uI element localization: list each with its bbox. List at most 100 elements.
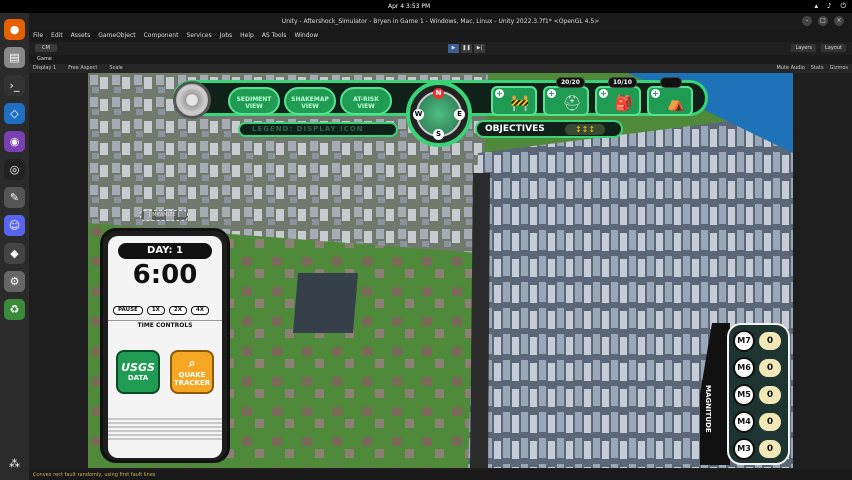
quake-label: QUAKE <box>178 371 206 379</box>
close-window-icon[interactable]: × <box>834 16 844 26</box>
usgs-data-button[interactable]: USGS DATA <box>116 350 160 394</box>
discord-icon[interactable]: ☺ <box>4 215 25 236</box>
shakemap-view-label: VIEW <box>301 103 319 110</box>
menu-bar: File Edit Assets GameObject Component Se… <box>29 30 852 42</box>
os-clock[interactable]: Apr 4 3:53 PM <box>388 3 430 10</box>
pause-button[interactable]: ❚❚ <box>461 44 472 53</box>
sediment-label: SEDIMENT <box>236 96 272 103</box>
stats-toggle[interactable]: Stats <box>811 64 824 73</box>
menu-component[interactable]: Component <box>144 30 179 42</box>
supplies-icon: 🎒 <box>614 94 634 112</box>
magnitude-row-m6: M6 0 <box>733 357 786 379</box>
time-phone-panel: DAY: 1 6:00 PAUSE 1X 2X 4X TIME CONTROLS… <box>100 228 230 463</box>
step-button[interactable]: ▶| <box>474 44 485 53</box>
menu-file[interactable]: File <box>33 30 43 42</box>
objectives-toggle-icon[interactable]: ↕↕↕ <box>565 124 605 135</box>
volume-icon[interactable]: ♪ <box>827 2 831 11</box>
magnitude-label: M5 <box>733 384 755 406</box>
quake-tracker-button[interactable]: ⌕ QUAKE TRACKER <box>170 350 214 394</box>
display-dropdown[interactable]: Display 1 <box>33 64 56 73</box>
tent-count <box>660 77 682 88</box>
legend-label: LEGEND: DISPLAY ICON <box>238 122 398 137</box>
rescue-count: 20/20 <box>556 77 585 88</box>
time-speed-controls: PAUSE 1X 2X 4X <box>113 306 210 315</box>
minimize-button[interactable]: [ MINIMIZE ] <box>140 210 188 221</box>
at-risk-view-button[interactable]: AT-RISK VIEW <box>340 87 392 115</box>
magnitude-label: M6 <box>733 357 755 379</box>
compass-n: N <box>433 88 444 99</box>
aspect-dropdown[interactable]: Free Aspect <box>68 64 97 73</box>
speed-1x-button[interactable]: 1X <box>146 306 165 315</box>
menu-jobs[interactable]: Jobs <box>220 30 232 42</box>
at-risk-view-label: VIEW <box>357 103 375 110</box>
roadblock-icon: 🚧 <box>510 94 530 112</box>
trash-icon[interactable]: ♻ <box>4 299 25 320</box>
medical-tent-button[interactable]: + ⛺ <box>647 86 693 116</box>
layout-dropdown[interactable]: Layout <box>821 44 846 52</box>
terminal-icon[interactable]: ›_ <box>4 75 25 96</box>
sediment-view-label: VIEW <box>245 103 263 110</box>
game-view-toolbar: Display 1 Free Aspect Scale Mute Audio S… <box>29 64 852 73</box>
magnitude-panel: MAGNITUDE M7 0 M6 0 M5 0 M4 0 M3 0 <box>700 323 790 465</box>
gizmos-toggle[interactable]: Gizmos <box>830 64 848 73</box>
maximize-window-icon[interactable]: □ <box>818 16 828 26</box>
menu-assets[interactable]: Assets <box>71 30 91 42</box>
network-icon[interactable]: ▴ <box>814 2 818 11</box>
roadblock-button[interactable]: + 🚧 <box>491 86 537 116</box>
vscode-icon[interactable]: ◇ <box>4 103 25 124</box>
phone-screen: DAY: 1 6:00 PAUSE 1X 2X 4X TIME CONTROLS… <box>108 236 222 458</box>
play-controls: ▶ ❚❚ ▶| <box>448 44 485 53</box>
supplies-button[interactable]: + 🎒 <box>595 86 641 116</box>
gimp-icon[interactable]: ✎ <box>4 187 25 208</box>
power-icon[interactable]: ⏻ <box>840 2 846 11</box>
plus-icon: + <box>547 89 556 98</box>
files-icon[interactable]: ▤ <box>4 47 25 68</box>
unity-hub-icon[interactable]: ◆ <box>4 243 25 264</box>
magnitude-count: 0 <box>759 332 781 350</box>
menu-services[interactable]: Services <box>186 30 211 42</box>
magnitude-count: 0 <box>759 413 781 431</box>
time-controls-label: TIME CONTROLS <box>108 320 222 329</box>
phone-stripes <box>108 418 222 442</box>
magnitude-row-m5: M5 0 <box>733 384 786 406</box>
sediment-view-button[interactable]: SEDIMENT VIEW <box>228 87 280 115</box>
objectives-panel[interactable]: OBJECTIVES ↕↕↕ <box>475 120 623 138</box>
compass[interactable]: N S W E <box>406 81 472 147</box>
menu-gameobject[interactable]: GameObject <box>98 30 135 42</box>
layers-dropdown[interactable]: Layers <box>791 44 816 52</box>
scale-slider[interactable]: Scale <box>109 64 122 73</box>
menu-edit[interactable]: Edit <box>51 30 63 42</box>
magnifier-icon: ⌕ <box>188 356 196 370</box>
app-grid-icon[interactable]: ⁂ <box>4 453 25 474</box>
play-button[interactable]: ▶ <box>448 44 459 53</box>
usgs-logo: USGS <box>121 361 155 374</box>
magnitude-label: M7 <box>733 330 755 352</box>
github-icon[interactable]: ◉ <box>4 131 25 152</box>
firefox-icon[interactable]: ● <box>4 19 25 40</box>
os-top-bar: Apr 4 3:53 PM ▴ ♪ ⏻ <box>0 0 852 13</box>
shakemap-view-button[interactable]: SHAKEMAP VIEW <box>284 87 336 115</box>
magnitude-row-m4: M4 0 <box>733 411 786 433</box>
shakemap-label: SHAKEMAP <box>291 96 329 103</box>
compass-w: W <box>413 109 424 120</box>
menu-as-tools[interactable]: AS Tools <box>262 30 287 42</box>
menu-help[interactable]: Help <box>240 30 254 42</box>
speed-4x-button[interactable]: 4X <box>190 306 210 315</box>
rescue-worker-icon: ⛑ <box>562 94 582 112</box>
account-button[interactable]: CM <box>35 44 57 52</box>
tab-game[interactable]: Game <box>29 55 852 64</box>
menu-window[interactable]: Window <box>294 30 318 42</box>
plus-icon: + <box>495 89 504 98</box>
rescue-worker-button[interactable]: + ⛑ <box>543 86 589 116</box>
mute-audio-toggle[interactable]: Mute Audio <box>776 64 804 73</box>
tracker-label: TRACKER <box>173 379 211 387</box>
pause-time-button[interactable]: PAUSE <box>113 306 143 315</box>
minimize-window-icon[interactable]: – <box>802 16 812 26</box>
speed-2x-button[interactable]: 2X <box>168 306 187 315</box>
settings-gear-icon[interactable] <box>173 81 211 119</box>
settings-icon[interactable]: ⚙ <box>4 271 25 292</box>
game-view[interactable]: SEDIMENT VIEW SHAKEMAP VIEW AT-RISK VIEW… <box>88 73 793 468</box>
unity-toolbar: CM ▶ ❚❚ ▶| Layers Layout <box>29 42 852 55</box>
obs-icon[interactable]: ◎ <box>4 159 25 180</box>
system-tray[interactable]: ▴ ♪ ⏻ <box>814 2 846 11</box>
